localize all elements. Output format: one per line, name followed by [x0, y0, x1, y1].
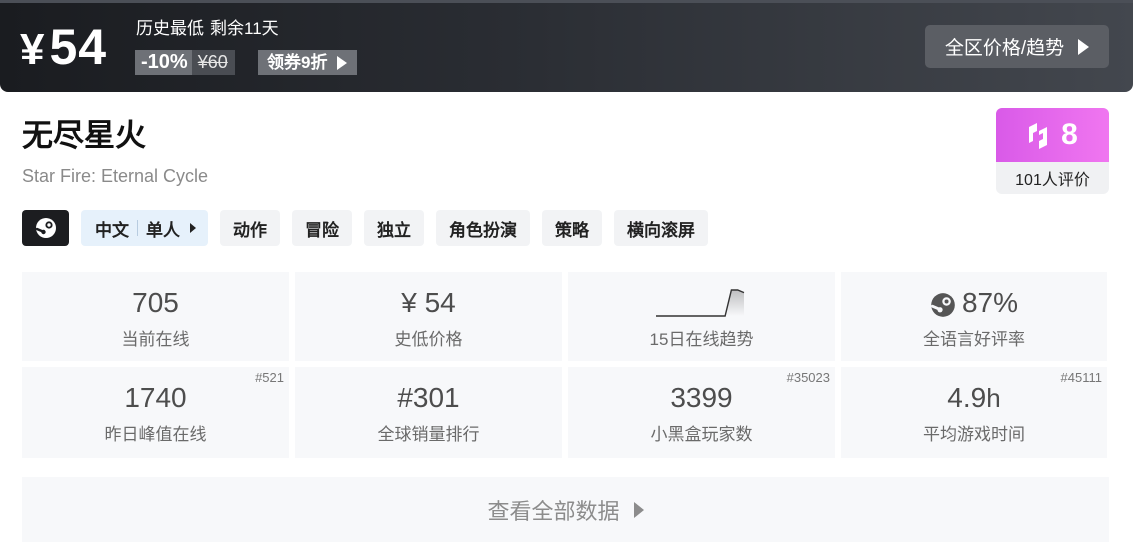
- price-trend-label: 全区价格/趋势: [944, 38, 1065, 59]
- play-arrow-icon: [337, 55, 348, 70]
- stat-global-sales[interactable]: #301 全球销量排行: [295, 367, 562, 458]
- score-card[interactable]: 8 101人评价: [996, 108, 1109, 194]
- genre-tag[interactable]: 独立: [364, 210, 424, 246]
- stat-lowest-price[interactable]: ¥ 54 史低价格: [295, 272, 562, 361]
- stat-current-online[interactable]: 705 当前在线: [22, 272, 289, 361]
- stat-value: ¥ 54: [401, 287, 456, 318]
- stat-label: 全语言好评率: [923, 330, 1025, 349]
- price-trend-button[interactable]: 全区价格/趋势: [925, 25, 1109, 68]
- stat-label: 15日在线趋势: [649, 330, 754, 349]
- game-subtitle: Star Fire: Eternal Cycle: [22, 166, 209, 186]
- genre-tag[interactable]: 动作: [220, 210, 280, 246]
- discount-percent: -10%: [135, 50, 192, 75]
- stat-avg-playtime[interactable]: #45111 4.9h 平均游戏时间: [841, 367, 1107, 458]
- steam-icon: [930, 292, 955, 317]
- view-all-data-button[interactable]: 查看全部数据: [22, 477, 1109, 542]
- heybox-logo-icon: [1029, 123, 1048, 149]
- stat-positive-rate[interactable]: 87% 全语言好评率: [841, 272, 1107, 361]
- genre-tag[interactable]: 角色扮演: [436, 210, 530, 246]
- stat-peak-yesterday[interactable]: #521 1740 昨日峰值在线: [22, 367, 289, 458]
- genre-tag[interactable]: 横向滚屏: [614, 210, 708, 246]
- score-value: 8: [1061, 118, 1078, 151]
- genre-tag[interactable]: 策略: [542, 210, 602, 246]
- stat-online-trend[interactable]: 15日在线趋势: [568, 272, 835, 361]
- banner-top-line: [0, 0, 1133, 3]
- stat-value: 87%: [961, 287, 1019, 318]
- score-header: 8: [996, 108, 1109, 162]
- stat-value-row: 4.9h: [841, 381, 1107, 415]
- play-arrow-icon: [1078, 38, 1090, 55]
- original-price: ¥60: [191, 50, 235, 75]
- coupon-button[interactable]: 领券9折: [258, 50, 358, 75]
- game-title: 无尽星火: [22, 118, 146, 153]
- stat-value-row: 87%: [841, 286, 1107, 320]
- stat-value: 4.9: [947, 382, 987, 413]
- mode-label: 单人: [146, 220, 180, 240]
- play-arrow-icon: [633, 501, 644, 518]
- review-count: 101人评价: [1015, 172, 1090, 189]
- stat-value: 1740: [124, 382, 187, 413]
- stats-grid: 705 当前在线 ¥ 54 史低价格 15日在线趋势 87% 全语言好评率 #5…: [22, 272, 1109, 458]
- arrow-right-icon: [190, 223, 196, 233]
- history-low-label: 历史最低: [136, 19, 204, 38]
- stat-label: 小黑盒玩家数: [650, 425, 753, 444]
- stat-label: 昨日峰值在线: [104, 425, 207, 444]
- tag-bar: 中文 单人 动作 冒险 独立 角色扮演 策略 横向滚屏: [22, 210, 708, 246]
- online-trend-sparkline: [656, 289, 745, 317]
- stat-value: #301: [397, 382, 460, 413]
- coupon-label: 领券9折: [267, 53, 328, 72]
- language-label: 中文: [95, 220, 129, 240]
- price-banner: ¥54 历史最低 剩余11天 -10% ¥60 领券9折 全区价格/趋势: [0, 0, 1133, 92]
- stat-label: 史低价格: [394, 330, 463, 349]
- current-price: ¥54: [20, 19, 108, 75]
- stat-heybox-players[interactable]: #35023 3399 小黑盒玩家数: [568, 367, 835, 458]
- divider: [137, 220, 138, 236]
- stat-label: 全球销量排行: [377, 425, 480, 444]
- stat-value: 3399: [670, 382, 733, 413]
- remaining-days: 剩余11天: [210, 19, 279, 38]
- steam-platform-tag[interactable]: [22, 210, 69, 246]
- price-history-note: 历史最低 剩余11天: [136, 18, 285, 40]
- discount-badge: -10% ¥60: [135, 50, 235, 75]
- stat-unit: h: [986, 383, 1001, 413]
- stat-label: 平均游戏时间: [923, 425, 1025, 444]
- steam-icon: [35, 218, 56, 238]
- stat-label: 当前在线: [121, 330, 190, 349]
- stat-value: 705: [132, 287, 179, 318]
- view-all-label: 查看全部数据: [487, 498, 620, 524]
- language-mode-tag[interactable]: 中文 单人: [81, 210, 208, 246]
- genre-tag[interactable]: 冒险: [292, 210, 352, 246]
